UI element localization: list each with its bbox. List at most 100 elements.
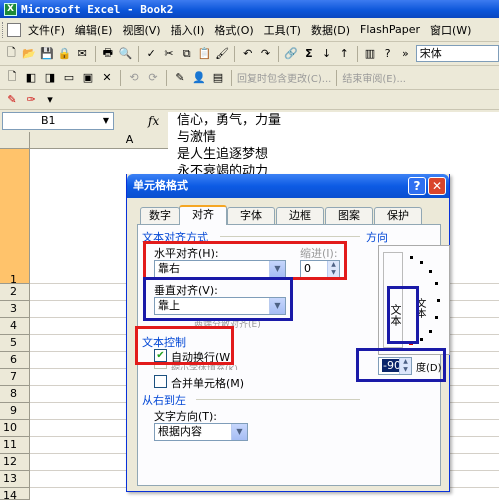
tab-number[interactable]: 数字 bbox=[140, 207, 180, 224]
review-icon[interactable]: ▤ bbox=[210, 70, 226, 86]
sort-descending-icon[interactable]: ↑ bbox=[337, 46, 352, 62]
format-painter-icon[interactable]: 🖌 bbox=[215, 46, 230, 62]
ink-drawing-icon[interactable]: ✑ bbox=[23, 92, 39, 108]
print-preview-icon[interactable]: 🔍 bbox=[118, 46, 133, 62]
update-file-icon[interactable]: ⟳ bbox=[145, 70, 161, 86]
permission-icon[interactable]: 🔒 bbox=[57, 46, 72, 62]
chart-wizard-icon[interactable]: ▥ bbox=[363, 46, 378, 62]
email-icon[interactable]: ✉ bbox=[75, 46, 90, 62]
row-header-11[interactable]: 11 bbox=[0, 437, 30, 454]
new-comment-icon[interactable]: 🗋 bbox=[4, 70, 20, 86]
dialog-title-bar[interactable]: 单元格格式 bbox=[127, 174, 449, 198]
menu-format[interactable]: 格式(O) bbox=[209, 22, 258, 38]
font-name-box[interactable]: 宋体 bbox=[415, 45, 499, 62]
copy-icon[interactable]: ⧉ bbox=[179, 46, 194, 62]
toolbar-options-icon[interactable]: ▾ bbox=[42, 92, 58, 108]
row-header-7[interactable]: 7 bbox=[0, 369, 30, 386]
redo-icon[interactable]: ↷ bbox=[258, 46, 273, 62]
annotation-red-horizontal bbox=[143, 241, 347, 280]
toolbar-grip[interactable] bbox=[2, 21, 5, 38]
tab-alignment[interactable]: 对齐 bbox=[179, 205, 227, 225]
sort-ascending-icon[interactable]: ↓ bbox=[319, 46, 334, 62]
previous-comment-icon[interactable]: ◧ bbox=[23, 70, 39, 86]
tab-patterns[interactable]: 图案 bbox=[325, 207, 373, 224]
row-header-2[interactable]: 2 bbox=[0, 284, 30, 301]
spelling-icon[interactable]: ✓ bbox=[144, 46, 159, 62]
menu-insert[interactable]: 插入(I) bbox=[166, 22, 210, 38]
row-header-14[interactable]: 14 bbox=[0, 488, 30, 500]
show-all-comments-icon[interactable]: ▣ bbox=[80, 70, 96, 86]
text-direction-select[interactable]: 根据内容 ▼ bbox=[154, 423, 248, 441]
orientation-point[interactable] bbox=[420, 338, 423, 341]
end-review-button[interactable]: 结束审阅(E)... bbox=[342, 70, 406, 85]
toolbar-separator bbox=[94, 45, 96, 62]
menu-flashpaper[interactable]: FlashPaper bbox=[355, 23, 425, 36]
next-comment-icon[interactable]: ◨ bbox=[42, 70, 58, 86]
orientation-point[interactable] bbox=[429, 330, 432, 333]
recipient-icon[interactable]: 👤 bbox=[191, 70, 207, 86]
toolbar-options-icon[interactable]: » bbox=[398, 46, 413, 62]
new-file-icon[interactable]: 🗋 bbox=[4, 46, 19, 62]
paste-icon[interactable]: 📋 bbox=[197, 46, 212, 62]
orientation-point[interactable] bbox=[420, 261, 423, 264]
fx-icon[interactable]: fx bbox=[148, 114, 159, 128]
menu-tools[interactable]: 工具(T) bbox=[259, 22, 306, 38]
annotation-blue-degrees bbox=[356, 348, 446, 382]
window-title-bar: X Microsoft Excel - Book2 bbox=[0, 0, 499, 18]
menu-edit[interactable]: 编辑(E) bbox=[70, 22, 118, 38]
autosum-icon[interactable]: Σ bbox=[301, 46, 316, 62]
close-button[interactable]: ✕ bbox=[428, 177, 446, 195]
row-header-1[interactable]: 1 bbox=[0, 149, 30, 286]
chevron-down-icon[interactable]: ▼ bbox=[231, 424, 247, 440]
orientation-point[interactable] bbox=[410, 256, 413, 259]
hyperlink-icon[interactable]: 🔗 bbox=[284, 46, 299, 62]
orientation-point[interactable] bbox=[435, 282, 438, 285]
help-icon[interactable]: ? bbox=[380, 46, 395, 62]
show-comment-icon[interactable]: ▭ bbox=[61, 70, 77, 86]
row-header-8[interactable]: 8 bbox=[0, 386, 30, 403]
ink-annotation-icon[interactable]: ✎ bbox=[4, 92, 20, 108]
tab-font[interactable]: 字体 bbox=[227, 207, 275, 224]
menu-window[interactable]: 窗口(W) bbox=[425, 22, 476, 38]
menu-data[interactable]: 数据(D) bbox=[306, 22, 355, 38]
row-header-12[interactable]: 12 bbox=[0, 454, 30, 471]
orientation-point[interactable] bbox=[429, 270, 432, 273]
row-header-5[interactable]: 5 bbox=[0, 335, 30, 352]
help-button[interactable]: ? bbox=[408, 177, 426, 195]
delete-comment-icon[interactable]: ✕ bbox=[99, 70, 115, 86]
row-header-3[interactable]: 3 bbox=[0, 301, 30, 318]
rtl-section-title: 从右到左 bbox=[142, 394, 186, 407]
row-header-9[interactable]: 9 bbox=[0, 403, 30, 420]
chevron-down-icon[interactable]: ▼ bbox=[99, 113, 113, 129]
row-header-4[interactable]: 4 bbox=[0, 318, 30, 335]
merge-cells-label: 合并单元格(M) bbox=[171, 377, 245, 390]
edit-icon[interactable]: ✎ bbox=[172, 70, 188, 86]
row-header-13[interactable]: 13 bbox=[0, 471, 30, 488]
select-all-corner[interactable] bbox=[0, 132, 30, 149]
orientation-point[interactable] bbox=[435, 316, 438, 319]
formula-line: 信心，勇气，力量 bbox=[177, 113, 282, 128]
cut-icon[interactable]: ✂ bbox=[162, 46, 177, 62]
annotation-blue-vertical bbox=[143, 277, 293, 321]
text-direction-label: 文字方向(T): bbox=[154, 410, 218, 423]
print-icon[interactable]: 🖶 bbox=[101, 46, 116, 62]
toolbar-separator bbox=[356, 45, 358, 62]
tab-border[interactable]: 边框 bbox=[276, 207, 324, 224]
menu-file[interactable]: 文件(F) bbox=[23, 22, 70, 38]
formula-line: 与激情 bbox=[177, 130, 217, 145]
tab-protection[interactable]: 保护 bbox=[374, 207, 422, 224]
row-header-10[interactable]: 10 bbox=[0, 420, 30, 437]
row-header-6[interactable]: 6 bbox=[0, 352, 30, 369]
orientation-point[interactable] bbox=[437, 299, 440, 302]
name-box[interactable]: B1 ▼ bbox=[2, 112, 114, 130]
menu-view[interactable]: 视图(V) bbox=[117, 22, 165, 38]
open-folder-icon[interactable]: 📂 bbox=[22, 46, 37, 62]
merge-cells-checkbox[interactable] bbox=[154, 375, 167, 388]
excel-app-icon: X bbox=[4, 2, 17, 16]
track-changes-icon[interactable]: ⟲ bbox=[126, 70, 142, 86]
toolbar-separator bbox=[234, 45, 236, 62]
reply-with-changes-button[interactable]: 回复时包含更改(C)... bbox=[237, 70, 331, 85]
section-divider bbox=[196, 399, 360, 400]
undo-icon[interactable]: ↶ bbox=[240, 46, 255, 62]
save-icon[interactable]: 💾 bbox=[39, 46, 54, 62]
